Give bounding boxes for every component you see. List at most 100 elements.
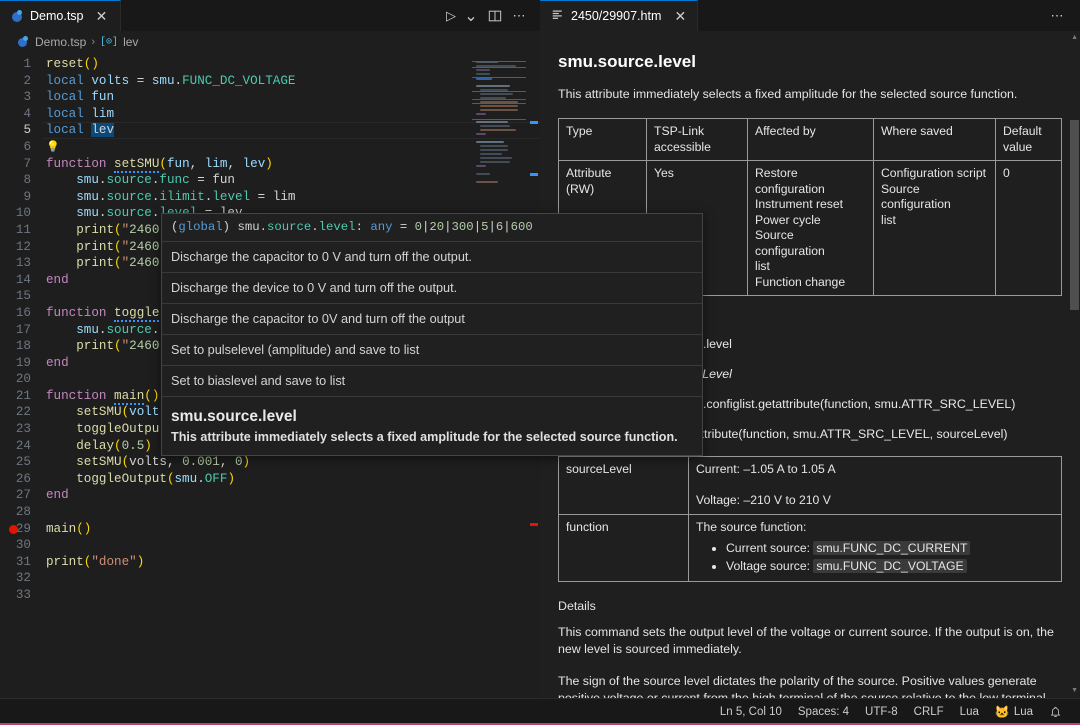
code-text (42, 570, 46, 587)
lightbulb-icon[interactable]: 💡 (46, 142, 60, 154)
status-editor-position[interactable]: Ln 5, Col 10 (712, 701, 790, 723)
line-number: 26 (0, 471, 42, 488)
code-line[interactable]: 2local volts = smu.FUNC_DC_VOLTAGE (0, 73, 540, 90)
code-line[interactable]: 33 (0, 587, 540, 604)
code-text: print("done") (42, 554, 144, 571)
split-editor-button[interactable] (484, 5, 506, 27)
line-number: 3 (0, 89, 42, 106)
code-text: print("2460 (42, 255, 159, 272)
docs-scrollbar-thumb[interactable] (1070, 120, 1079, 310)
line-number: 21 (0, 388, 42, 405)
docs-vertical-scrollbar[interactable]: ▲ ▼ (1070, 34, 1079, 694)
code-text (42, 288, 46, 305)
scroll-down-arrow[interactable]: ▼ (1071, 687, 1078, 694)
code-line[interactable]: 6💡 (0, 139, 540, 156)
hover-title: smu.source.level (162, 397, 702, 428)
status-encoding[interactable]: UTF-8 (857, 701, 906, 723)
code-line[interactable]: 25 setSMU(volts, 0.001, 0) (0, 454, 540, 471)
code-text: toggleOutpu (42, 421, 159, 438)
table-row: sourceLevel Current: –1.05 A to 1.05 A V… (559, 457, 1062, 515)
more-actions-button[interactable]: ⋯ (1046, 5, 1068, 27)
code-line[interactable]: 28 (0, 504, 540, 521)
line-number: 19 (0, 355, 42, 372)
code-text: delay(0.5) (42, 438, 152, 455)
list-item: Voltage source: smu.FUNC_DC_VOLTAGE (726, 559, 1054, 575)
status-lua-extension-label: Lua (1014, 706, 1033, 718)
status-notifications[interactable] (1041, 701, 1070, 723)
chevron-down-icon[interactable]: ⌄ (460, 5, 482, 27)
code-text: reset() (42, 56, 99, 73)
breadcrumb-file[interactable]: Demo.tsp (35, 35, 86, 49)
function-intro: The source function: (696, 520, 1054, 536)
code-line[interactable]: 32 (0, 570, 540, 587)
table-row: function The source function: Current so… (559, 514, 1062, 582)
close-icon[interactable]: ✕ (672, 8, 688, 24)
code-line[interactable]: 29main() (0, 521, 540, 538)
param-name-cell: function (559, 514, 689, 582)
table-cell: 0 (996, 161, 1062, 296)
code-text: local lim (42, 106, 114, 123)
docs-tabbar: 2450/29907.htm ✕ ⋯ (540, 0, 1080, 31)
code-text: end (42, 272, 69, 289)
more-actions-button[interactable]: ⋯ (508, 5, 530, 27)
table-header-cell: Default value (996, 119, 1062, 161)
tsp-file-icon (11, 10, 24, 23)
code-line[interactable]: 26 toggleOutput(smu.OFF) (0, 471, 540, 488)
code-text: function main() (42, 388, 159, 405)
editor-tab-label: Demo.tsp (30, 9, 84, 23)
line-number: 17 (0, 322, 42, 339)
code-text (42, 504, 46, 521)
breadcrumb-symbol[interactable]: lev (123, 35, 138, 49)
table-header-cell: Where saved (874, 119, 996, 161)
details-paragraph: The sign of the source level dictates th… (558, 673, 1062, 698)
docs-tab[interactable]: 2450/29907.htm ✕ (540, 0, 698, 31)
hover-item[interactable]: Set to pulselevel (amplitude) and save t… (162, 335, 702, 366)
status-language-mode[interactable]: Lua (952, 701, 987, 723)
line-number: 8 (0, 172, 42, 189)
details-paragraph: This command sets the output level of th… (558, 624, 1062, 658)
code-text: main() (42, 521, 91, 538)
code-line[interactable]: 4local lim (0, 106, 540, 123)
status-bar-right: Ln 5, Col 10 Spaces: 4 UTF-8 CRLF Lua 🐱 … (712, 701, 1080, 723)
tsp-file-icon (18, 36, 30, 48)
scroll-up-arrow[interactable]: ▲ (1071, 34, 1078, 41)
status-indentation[interactable]: Spaces: 4 (790, 701, 857, 723)
editor-tabbar-actions: ▷ ⌄ ⋯ (440, 0, 540, 31)
hover-item[interactable]: Discharge the device to 0 V and turn off… (162, 273, 702, 304)
code-line[interactable]: 3local fun (0, 89, 540, 106)
editor-tab-demo-tsp[interactable]: Demo.tsp ✕ (0, 0, 121, 31)
close-icon[interactable]: ✕ (94, 8, 110, 24)
hover-item[interactable]: Discharge the capacitor to 0 V and turn … (162, 242, 702, 273)
code-line[interactable]: 8 smu.source.func = fun (0, 172, 540, 189)
line-number: 20 (0, 371, 42, 388)
line-number: 27 (0, 487, 42, 504)
line-number: 25 (0, 454, 42, 471)
code-text (42, 587, 46, 604)
hover-item[interactable]: Discharge the capacitor to 0V and turn o… (162, 304, 702, 335)
code-line[interactable]: 31print("done") (0, 554, 540, 571)
code-line[interactable]: 5local lev (0, 122, 540, 139)
code-text: print("2460 (42, 239, 159, 256)
cat-icon: 🐱 (995, 705, 1010, 719)
param-name-cell: sourceLevel (559, 457, 689, 515)
line-number: 4 (0, 106, 42, 123)
code-line[interactable]: 9 smu.source.ilimit.level = lim (0, 189, 540, 206)
line-number: 5 (0, 122, 42, 139)
hover-popup[interactable]: (global) smu.source.level: any = 0|20|30… (161, 213, 703, 456)
parameters-table: sourceLevel Current: –1.05 A to 1.05 A V… (558, 456, 1062, 582)
hover-item[interactable]: Set to biaslevel and save to list (162, 366, 702, 397)
status-eol[interactable]: CRLF (906, 701, 952, 723)
breakpoint-marker[interactable] (9, 525, 18, 534)
code-line[interactable]: 27end (0, 487, 540, 504)
line-number: 29 (0, 521, 42, 538)
split-editor-icon (488, 9, 502, 23)
bullet-code: smu.FUNC_DC_VOLTAGE (813, 559, 966, 573)
param-value-cell: Current: –1.05 A to 1.05 A Voltage: –210… (689, 457, 1062, 515)
code-text: function toggle (42, 305, 159, 322)
line-number: 14 (0, 272, 42, 289)
run-button[interactable]: ▷ (440, 5, 462, 27)
status-lua-extension[interactable]: 🐱 Lua (987, 701, 1041, 723)
code-line[interactable]: 30 (0, 537, 540, 554)
code-line[interactable]: 7function setSMU(fun, lim, lev) (0, 156, 540, 173)
code-line[interactable]: 1reset() (0, 56, 540, 73)
